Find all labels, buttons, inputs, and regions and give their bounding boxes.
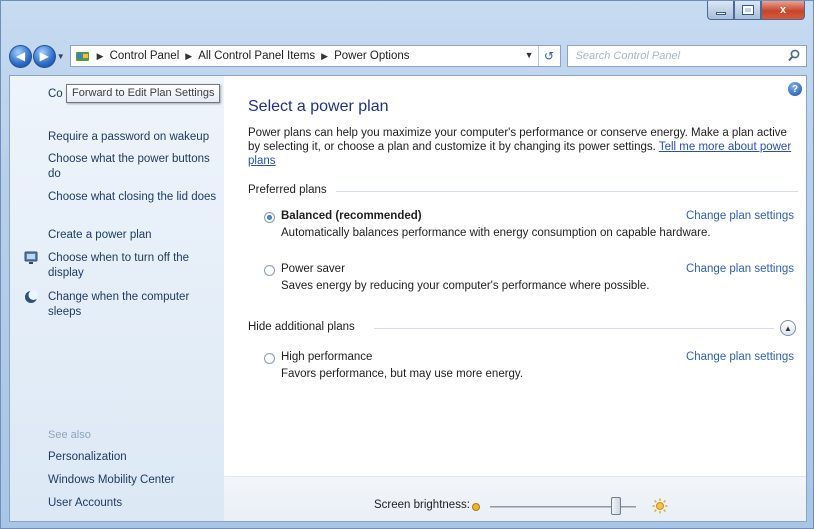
breadcrumb-separator-icon[interactable]: ▶ [97,51,104,62]
sidebar-link-turn-off-display[interactable]: Choose when to turn off the display [48,251,218,281]
brightness-low-icon [470,501,482,516]
plan-radio-power-saver[interactable] [264,265,275,276]
control-panel-icon [75,49,91,63]
minimize-icon [715,11,726,15]
main-panel: ? Select a power plan Power plans can he… [224,76,806,476]
see-also-mobility-center[interactable]: Windows Mobility Center [48,473,218,488]
breadcrumb-separator-icon[interactable]: ▶ [185,51,192,62]
breadcrumb-all-items[interactable]: All Control Panel Items [198,50,315,62]
search-input[interactable] [575,50,776,62]
breadcrumb-control-panel[interactable]: Control Panel [110,50,180,62]
breadcrumb-separator-icon[interactable]: ▶ [321,51,328,62]
recent-pages-dropdown[interactable]: ▼ [56,52,66,61]
plan-description: Favors performance, but may use more ene… [281,368,524,380]
brightness-high-icon [652,498,668,517]
sidebar: Co Require a password on wakeup Choose w… [10,76,224,521]
refresh-button[interactable]: ↺ [537,46,560,66]
plan-name[interactable]: Balanced (recommended) [281,210,422,222]
address-dropdown-icon[interactable]: ▼ [525,50,534,60]
close-icon: x [779,4,787,16]
forward-arrow-icon: ▶ [39,49,49,63]
plan-high-performance[interactable]: High performance Change plan settings Fa… [264,351,794,385]
sidebar-link-computer-sleeps[interactable]: Change when the computer sleeps [48,290,218,320]
sidebar-link-obscured[interactable]: Co [48,88,63,100]
back-button[interactable]: ◀ [9,44,32,68]
see-also-user-accounts[interactable]: User Accounts [48,496,218,511]
navigation-bar: ◀ ▶ ▼ ▶ Control Panel ▶ All Control Pane… [9,43,807,69]
forward-button[interactable]: ▶ [32,44,56,68]
divider [336,191,798,192]
see-also-label: See also [48,429,91,441]
see-also-personalization[interactable]: Personalization [48,450,218,465]
divider [374,328,774,329]
change-plan-settings-link[interactable]: Change plan settings [686,210,794,222]
intro-text: Power plans can help you maximize your c… [248,126,800,168]
maximize-button[interactable] [734,1,761,20]
plan-description: Automatically balances performance with … [281,227,711,239]
help-icon[interactable]: ? [788,82,802,96]
search-box[interactable] [566,45,807,67]
sleep-moon-icon [24,290,40,306]
refresh-icon: ↺ [543,49,555,63]
hide-additional-plans-header[interactable]: Hide additional plans [248,321,355,333]
plan-radio-high-performance[interactable] [264,353,275,364]
sidebar-link-closing-lid[interactable]: Choose what closing the lid does [48,190,218,205]
display-icon [24,251,40,267]
address-bar[interactable]: ▶ Control Panel ▶ All Control Panel Item… [69,45,561,67]
plan-name[interactable]: High performance [281,351,372,363]
maximize-icon [742,6,753,14]
caption-buttons: x [707,1,805,21]
page-title: Select a power plan [248,98,389,115]
sidebar-link-power-buttons[interactable]: Choose what the power buttons do [48,152,218,182]
sidebar-link-require-password[interactable]: Require a password on wakeup [48,130,218,145]
minimize-button[interactable] [707,1,734,20]
change-plan-settings-link[interactable]: Change plan settings [686,263,794,275]
close-button[interactable]: x [761,1,805,20]
plan-radio-balanced[interactable] [264,212,275,223]
tooltip: Forward to Edit Plan Settings [66,84,221,103]
plan-power-saver[interactable]: Power saver Change plan settings Saves e… [264,263,794,297]
plan-balanced[interactable]: Balanced (recommended) Change plan setti… [264,210,794,244]
breadcrumb-power-options[interactable]: Power Options [334,50,409,62]
content-area: Co Require a password on wakeup Choose w… [9,75,807,522]
brightness-bar: Screen brightness: [224,476,806,521]
plan-description: Saves energy by reducing your computer's… [281,280,650,292]
collapse-icon[interactable]: ▲ [780,320,796,336]
sidebar-link-create-plan[interactable]: Create a power plan [48,228,218,243]
window: x ◀ ▶ ▼ ▶ Control Panel ▶ All Control Pa… [0,0,814,529]
search-icon[interactable] [788,49,800,65]
back-arrow-icon: ◀ [15,49,26,63]
brightness-slider-thumb[interactable] [610,497,621,515]
change-plan-settings-link[interactable]: Change plan settings [686,351,794,363]
preferred-plans-header: Preferred plans [248,184,327,196]
plan-name[interactable]: Power saver [281,263,345,275]
brightness-label: Screen brightness: [374,499,470,511]
